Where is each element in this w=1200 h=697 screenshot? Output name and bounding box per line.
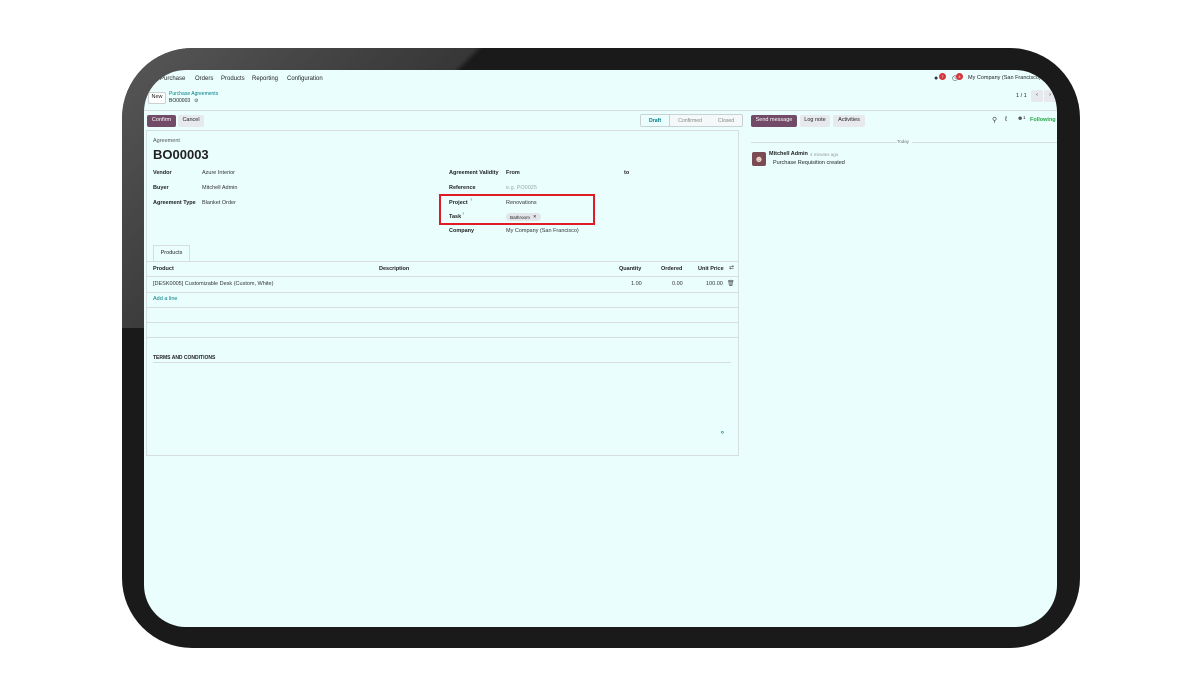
search-icon[interactable]: ⚲ — [992, 116, 997, 124]
message-body: Purchase Requisition created — [773, 160, 845, 166]
activities-button[interactable]: Activities — [833, 115, 865, 127]
log-note-button[interactable]: Log note — [800, 115, 830, 127]
chevron-left-icon: ‹ — [1036, 92, 1038, 99]
pager-value[interactable]: 1 / 1 — [1016, 93, 1027, 100]
following-button[interactable]: Following — [1030, 117, 1056, 124]
divider — [146, 307, 739, 308]
buyer-label: Buyer — [153, 185, 169, 191]
avatar[interactable]: ☻ — [752, 152, 766, 166]
confirm-button[interactable]: Confirm — [147, 115, 176, 127]
terms-editor[interactable] — [153, 364, 731, 444]
add-line-link[interactable]: Add a line — [153, 296, 177, 303]
chevron-right-icon: › — [1049, 92, 1051, 99]
col-product[interactable]: Product — [153, 266, 174, 272]
tabs-divider — [146, 261, 739, 262]
validity-to-field[interactable]: to — [624, 170, 629, 176]
send-message-button[interactable]: Send message — [751, 115, 797, 127]
trash-icon[interactable]: 🗑 — [727, 280, 735, 287]
divider — [144, 110, 1057, 111]
menu-reporting[interactable]: Reporting — [252, 76, 278, 82]
pager-prev-button[interactable]: ‹ — [1031, 90, 1043, 102]
activity-badge: 4 — [956, 73, 963, 80]
menu-orders[interactable]: Orders — [195, 76, 213, 82]
cancel-button[interactable]: Cancel — [178, 115, 204, 127]
grammar-assistant-icon[interactable]: ⚬ — [719, 428, 726, 437]
agreement-type-field[interactable]: Blanket Order — [202, 200, 236, 206]
menu-configuration[interactable]: Configuration — [287, 76, 323, 82]
company-field[interactable]: My Company (San Francisco) — [506, 228, 579, 234]
company-label: Company — [449, 228, 475, 234]
status-confirmed[interactable]: Confirmed — [670, 115, 710, 126]
status-bar: Draft Confirmed Closed — [640, 114, 744, 127]
pager-next-button[interactable]: › — [1044, 90, 1056, 102]
divider — [146, 322, 739, 323]
column-settings-icon[interactable]: ⇄ — [729, 264, 734, 271]
row-divider — [146, 292, 739, 293]
terms-divider — [153, 362, 731, 363]
col-quantity[interactable]: Quantity — [619, 266, 641, 272]
date-divider-right — [912, 142, 1057, 143]
gear-icon[interactable]: ⚙ — [194, 98, 198, 104]
date-divider-left — [751, 142, 897, 143]
vendor-field[interactable]: Azure Interior — [202, 170, 235, 176]
status-draft[interactable]: Draft — [641, 115, 671, 126]
chat-icon[interactable]: ● — [934, 75, 938, 82]
col-unit-price[interactable]: Unit Price — [698, 266, 724, 272]
app-name[interactable]: Purchase — [160, 76, 185, 82]
validity-from-field[interactable]: From — [506, 170, 520, 176]
record-title: BO00003 — [153, 147, 209, 162]
tab-products[interactable]: Products — [153, 245, 190, 262]
divider — [146, 337, 739, 338]
date-separator: Today — [897, 139, 910, 144]
message-author[interactable]: Mitchell Admin — [769, 151, 808, 158]
chat-badge: 7 — [939, 73, 946, 80]
breadcrumb-parent[interactable]: Purchase Agreements — [169, 92, 218, 97]
menu-products[interactable]: Products — [221, 76, 245, 82]
buyer-field[interactable]: Mitchell Admin — [202, 185, 237, 191]
breadcrumb-current: BO00003 — [169, 98, 191, 104]
message-time: 4 minutes ago — [810, 152, 839, 157]
app-screen: Purchase Orders Products Reporting Confi… — [144, 70, 1057, 627]
col-ordered[interactable]: Ordered — [661, 266, 682, 272]
row-unit-price[interactable]: 100.00 — [706, 281, 723, 287]
reference-input[interactable]: e.g. PO0025 — [506, 185, 537, 191]
agreement-type-label: Agreement Type — [153, 200, 196, 206]
tab-products-label: Products — [160, 250, 183, 257]
validity-label: Agreement Validity — [449, 170, 499, 176]
highlight-box — [439, 194, 595, 225]
record-type-label: Agreement — [153, 138, 180, 144]
reference-label: Reference — [449, 185, 476, 191]
vendor-label: Vendor — [153, 170, 172, 176]
company-switcher[interactable]: My Company (San Francisco) — [968, 75, 1041, 82]
col-description[interactable]: Description — [379, 266, 409, 272]
new-button[interactable]: New — [148, 92, 166, 104]
row-ordered: 0.00 — [672, 281, 683, 287]
paperclip-icon[interactable]: ℓ — [1005, 116, 1007, 123]
followers-count: 1 — [1023, 115, 1026, 120]
terms-title: TERMS AND CONDITIONS — [153, 355, 216, 361]
table-header-divider — [146, 276, 739, 277]
row-product[interactable]: [DESK0005] Customizable Desk (Custom, Wh… — [153, 281, 273, 287]
status-closed[interactable]: Closed — [710, 115, 742, 126]
row-quantity[interactable]: 1.00 — [631, 281, 642, 287]
